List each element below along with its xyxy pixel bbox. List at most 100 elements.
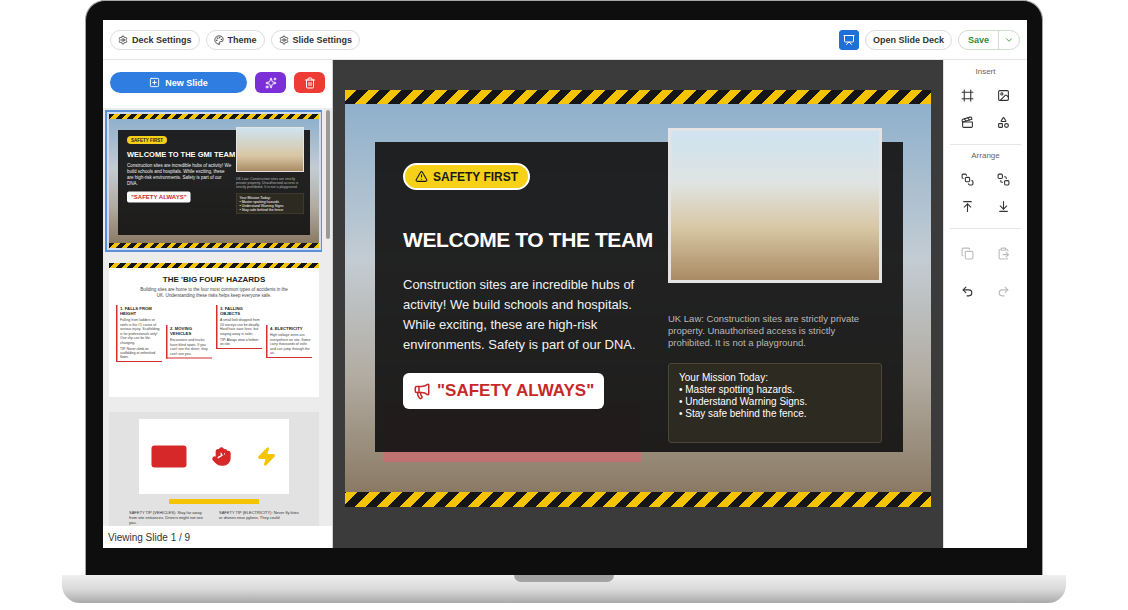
- hazard-card: 2. MOVING VEHICLES Excavators and trucks …: [166, 325, 212, 359]
- tool-button[interactable]: [958, 281, 978, 301]
- hazard-tip: TIP: Always wear a helmet on site.: [220, 338, 262, 346]
- laptop-notch: [514, 575, 614, 582]
- slide: SAFETY FIRSTWELCOME TO THE TEAMConstruct…: [345, 90, 931, 507]
- tool-button[interactable]: [993, 85, 1013, 105]
- toolbar-button[interactable]: Deck Settings: [110, 30, 200, 50]
- hazard-card: 3. FALLING OBJECTSA small bolt dropped f…: [216, 305, 262, 349]
- sparkles-icon: [265, 77, 277, 89]
- hazard-title: 1. FALLS FROM HEIGHT: [120, 306, 162, 316]
- image-icon: [997, 89, 1010, 102]
- safety-tip: SAFETY TIP (ELECTRICITY): Never fly kite…: [219, 510, 299, 525]
- tool-button[interactable]: [958, 169, 978, 189]
- slide-background: SAFETY FIRSTWELCOME TO THE TEAMConstruct…: [345, 104, 931, 492]
- tool-grid: [944, 273, 1027, 311]
- mission-title: Your Mission Today:: [679, 372, 871, 384]
- hazard-stripe: [109, 243, 319, 248]
- tool-grid: [944, 235, 1027, 273]
- hazard-stripe: [109, 263, 319, 268]
- screen: Deck Settings Theme Slide Settings Open Sli…: [103, 20, 1027, 548]
- hazard-body: Falling from ladders or roofs is the #1 …: [120, 318, 162, 345]
- lightning-icon: [257, 447, 277, 467]
- laptop-lid: Deck Settings Theme Slide Settings Open Sli…: [85, 0, 1043, 575]
- thumbnail-slide: THE 'BIG FOUR' HAZARDS Building sites are…: [109, 263, 319, 397]
- ai-button[interactable]: [255, 72, 286, 93]
- hazard-body: Excavators and trucks have blind spots. …: [170, 338, 212, 356]
- slide-title: WELCOME TO THE GMI TEAM: [127, 150, 235, 159]
- thumbnail-viewport: SAFETY TIP (VEHICLES): Stay far away fro…: [109, 412, 319, 526]
- save-button[interactable]: Save: [959, 31, 998, 49]
- slide-title: THE 'BIG FOUR' HAZARDS: [109, 275, 319, 284]
- slide-canvas: SAFETY FIRSTWELCOME TO THE TEAMConstruct…: [333, 60, 943, 548]
- scrollbar-thumb[interactable]: [326, 110, 330, 239]
- section-title: Arrange: [944, 151, 1027, 161]
- redo-icon: [997, 285, 1010, 298]
- slide-background: SAFETY FIRSTWELCOME TO THE GMI TEAMConst…: [109, 119, 319, 243]
- tool-button: [958, 243, 978, 263]
- save-group: Save: [958, 30, 1020, 50]
- hazard-card: 4. ELECTRICITYHigh voltage wires are eve…: [266, 325, 312, 358]
- slide-intro: Building sites are home to the four most…: [139, 287, 289, 298]
- hazard-title: 3. FALLING OBJECTS: [220, 306, 262, 316]
- video-icon: [961, 116, 974, 129]
- delete-button[interactable]: [294, 72, 325, 93]
- tips-grid: SAFETY TIP (VEHICLES): Stay far away fro…: [109, 510, 319, 525]
- mission-title: Your Mission Today:: [240, 196, 301, 200]
- bring-front-icon: [961, 173, 974, 186]
- thumbnail-viewport: THE 'BIG FOUR' HAZARDS Building sites are…: [109, 263, 319, 397]
- laptop-base: [62, 575, 1066, 603]
- slide-thumbnail[interactable]: SAFETY FIRSTWELCOME TO THE GMI TEAMConst…: [105, 110, 322, 252]
- inspector: InsertArrange: [943, 60, 1027, 548]
- trash-icon: [304, 77, 316, 89]
- safety-tip: SAFETY TIP (VEHICLES): Stay far away fro…: [129, 510, 209, 525]
- new-slide-button[interactable]: New Slide: [110, 72, 247, 93]
- tool-button: [993, 281, 1013, 301]
- slide-card: SAFETY FIRSTWELCOME TO THE TEAMConstruct…: [375, 142, 903, 452]
- slide-thumbnail[interactable]: THE 'BIG FOUR' HAZARDS Building sites are…: [105, 259, 322, 401]
- slide-card: SAFETY FIRSTWELCOME TO THE GMI TEAMConst…: [118, 130, 310, 235]
- tool-button[interactable]: [958, 85, 978, 105]
- hazard-cards: 1. FALLS FROM HEIGHT Falling from ladders…: [109, 305, 319, 362]
- tool-button[interactable]: [958, 196, 978, 216]
- mission-item: • Understand Warning Signs: [240, 204, 301, 208]
- tool-grid: [944, 161, 1027, 226]
- undo-icon: [961, 285, 974, 298]
- mission-item: • Stay safe behind the fence: [240, 208, 301, 212]
- gear-icon: [279, 35, 289, 45]
- sidebar-actions: New Slide: [103, 60, 332, 108]
- save-menu-button[interactable]: [998, 31, 1019, 49]
- slide-body: Construction sites are incredible hubs o…: [127, 163, 232, 187]
- tool-button: [993, 243, 1013, 263]
- toolbar-button[interactable]: Slide Settings: [271, 30, 361, 50]
- hand-icon: [212, 447, 232, 467]
- sidebar: New Slide SAFETY FIRSTWELCOME TO THE GMI …: [103, 60, 333, 548]
- palette-icon: [214, 35, 224, 45]
- tool-button[interactable]: [993, 169, 1013, 189]
- tool-button[interactable]: [993, 196, 1013, 216]
- paste-icon: [997, 247, 1010, 260]
- divider: [950, 144, 1021, 145]
- present-button[interactable]: [839, 30, 859, 50]
- toolbar-button[interactable]: Theme: [206, 30, 265, 50]
- illustration: [236, 127, 304, 172]
- cta-button[interactable]: "SAFETY ALWAYS": [403, 373, 604, 409]
- page: Deck Settings Theme Slide Settings Open Sli…: [0, 0, 1128, 610]
- mission-box: Your Mission Today:• Master spotting haz…: [668, 363, 882, 443]
- plus-icon: [149, 77, 160, 88]
- hazard-tip: TIP: Never climb on scaffolding or unfin…: [120, 347, 162, 359]
- warning-icon: [415, 170, 428, 183]
- slide-thumbnail[interactable]: SAFETY TIP (VEHICLES): Stay far away fro…: [105, 408, 322, 526]
- hazard-body: High voltage wires are everywhere on sit…: [270, 333, 312, 356]
- toolbar: Deck Settings Theme Slide Settings Open Sli…: [103, 20, 1027, 60]
- open-deck-button[interactable]: Open Slide Deck: [865, 30, 952, 50]
- hazard-stripe: [345, 492, 931, 507]
- copy-icon: [961, 247, 974, 260]
- tool-button[interactable]: [993, 112, 1013, 132]
- tool-button[interactable]: [958, 112, 978, 132]
- hazard-stripe: [345, 90, 931, 104]
- send-back-icon: [997, 173, 1010, 186]
- gear-icon: [118, 35, 128, 45]
- mission-item: • Master spotting hazards.: [679, 384, 871, 396]
- note: UK Law: Construction sites are strictly …: [668, 313, 882, 349]
- mission-item: • Stay safe behind the fence.: [679, 408, 871, 420]
- hazard-title: 2. MOVING VEHICLES: [170, 326, 212, 336]
